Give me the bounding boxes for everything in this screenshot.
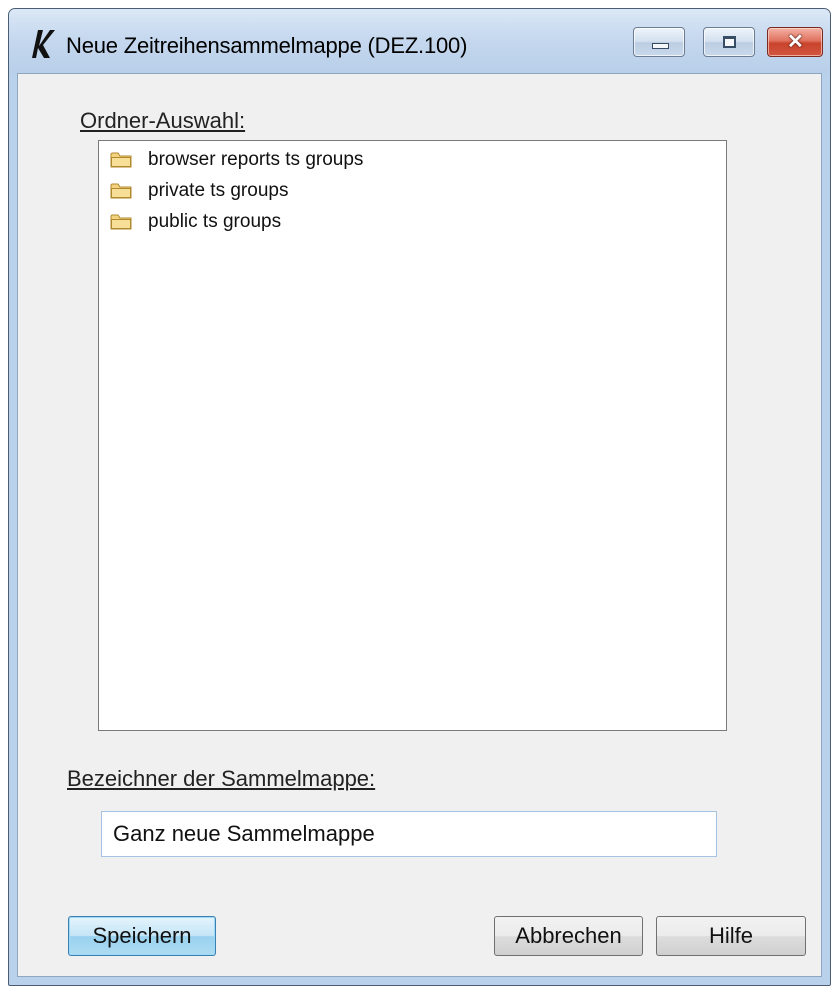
tree-item-label: public ts groups: [148, 211, 282, 232]
window-title: Neue Zeitreihensammelmappe (DEZ.100): [66, 33, 468, 58]
tree-item-label: private ts groups: [148, 180, 289, 201]
title-bar[interactable]: Neue Zeitreihensammelmappe (DEZ.100) ✕: [9, 9, 830, 73]
dialog-body: Ordner-Auswahl: browser reports ts group…: [17, 73, 822, 977]
tree-item-public[interactable]: public ts groups: [110, 208, 281, 236]
folder-tree[interactable]: browser reports ts groups private ts gro…: [98, 140, 727, 731]
folder-icon: [110, 214, 132, 230]
folder-icon: [110, 183, 132, 199]
folder-icon: [110, 152, 132, 168]
group-name-label: Bezeichner der Sammelmappe:: [67, 766, 376, 791]
close-icon: ✕: [787, 31, 804, 53]
minimize-icon: [652, 43, 669, 49]
dialog-window: Neue Zeitreihensammelmappe (DEZ.100) ✕ O…: [8, 8, 831, 986]
cancel-button[interactable]: Abbrechen: [494, 916, 643, 956]
tree-item-label: browser reports ts groups: [148, 149, 364, 170]
tree-item-private[interactable]: private ts groups: [110, 177, 288, 205]
maximize-button[interactable]: [703, 27, 755, 57]
help-button[interactable]: Hilfe: [656, 916, 806, 956]
group-name-input[interactable]: [101, 811, 717, 857]
tree-item-browser-reports[interactable]: browser reports ts groups: [110, 146, 363, 174]
minimize-button[interactable]: [633, 27, 685, 57]
maximize-icon: [723, 36, 736, 48]
save-button[interactable]: Speichern: [68, 916, 216, 956]
folder-selection-label: Ordner-Auswahl:: [80, 108, 246, 133]
kappa-logo-icon: [32, 30, 55, 58]
close-button[interactable]: ✕: [767, 27, 823, 57]
